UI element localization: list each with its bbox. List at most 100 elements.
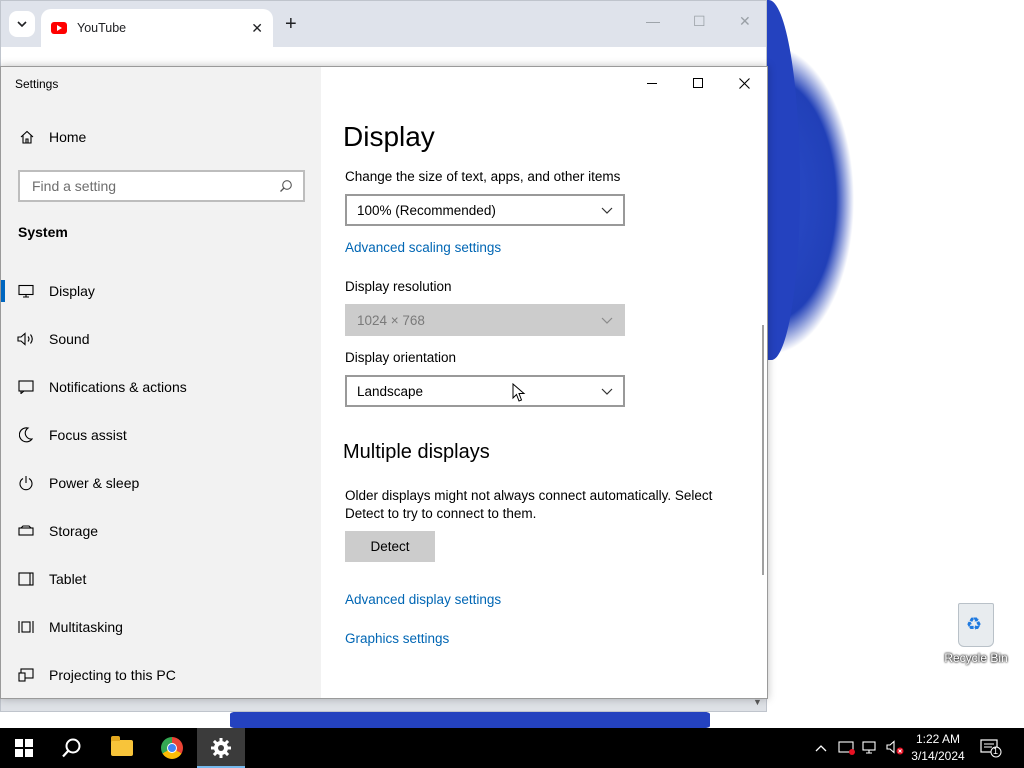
close-button[interactable] bbox=[721, 67, 767, 99]
scrollbar[interactable] bbox=[762, 325, 764, 575]
chrome-icon bbox=[161, 737, 183, 759]
shield-icon bbox=[838, 741, 855, 755]
window-title: Settings bbox=[15, 77, 59, 91]
scale-value: 100% (Recommended) bbox=[357, 202, 496, 218]
start-button[interactable] bbox=[0, 728, 48, 768]
minimize-icon[interactable]: — bbox=[646, 13, 660, 29]
recycle-bin-shortcut[interactable]: Recycle Bin bbox=[940, 603, 1012, 665]
resolution-value: 1024 × 768 bbox=[357, 312, 425, 328]
sidebar-item-multitasking[interactable]: Multitasking bbox=[1, 603, 321, 651]
orientation-label: Display orientation bbox=[345, 350, 457, 365]
minimize-icon bbox=[647, 83, 657, 84]
detect-button[interactable]: Detect bbox=[345, 531, 435, 562]
maximize-button[interactable] bbox=[675, 67, 721, 99]
projecting-icon bbox=[17, 668, 35, 682]
browser-tab-bar: YouTube ✕ + — ☐ ✕ bbox=[1, 1, 766, 47]
gear-icon bbox=[211, 738, 231, 758]
sidebar-item-label: Storage bbox=[49, 523, 99, 539]
sidebar-section-title: System bbox=[18, 224, 68, 240]
chevron-down-icon bbox=[601, 388, 613, 395]
recycle-bin-icon bbox=[958, 603, 994, 647]
advanced-scaling-link[interactable]: Advanced scaling settings bbox=[345, 240, 501, 255]
resolution-dropdown[interactable]: 1024 × 768 bbox=[345, 304, 625, 336]
orientation-dropdown[interactable]: Landscape bbox=[345, 375, 625, 407]
sidebar-nav: Display Sound Notifications & actions Fo… bbox=[1, 267, 321, 699]
minimize-button[interactable] bbox=[629, 67, 675, 99]
search-box[interactable] bbox=[18, 170, 305, 202]
graphics-settings-link[interactable]: Graphics settings bbox=[345, 631, 449, 646]
network-icon bbox=[862, 741, 876, 754]
close-icon[interactable]: ✕ bbox=[739, 13, 751, 30]
sidebar-item-label: Sound bbox=[49, 331, 90, 347]
home-icon bbox=[20, 130, 34, 144]
show-hidden-icons[interactable] bbox=[815, 728, 827, 768]
search-button[interactable] bbox=[48, 728, 96, 768]
chevron-down-icon bbox=[17, 21, 27, 27]
maximize-icon bbox=[693, 78, 703, 88]
tablet-icon bbox=[17, 572, 35, 586]
advanced-display-link[interactable]: Advanced display settings bbox=[345, 592, 501, 607]
youtube-icon bbox=[51, 22, 67, 34]
sidebar-item-focus-assist[interactable]: Focus assist bbox=[1, 411, 321, 459]
security-tray-icon[interactable] bbox=[838, 728, 856, 768]
close-tab-icon[interactable]: ✕ bbox=[251, 20, 263, 37]
notification-count: 1 bbox=[993, 746, 999, 756]
chevron-down-icon bbox=[601, 317, 613, 324]
sidebar-item-display[interactable]: Display bbox=[1, 267, 321, 315]
sidebar-item-label: Multitasking bbox=[49, 619, 123, 635]
system-clock[interactable]: 1:22 AM 3/14/2024 bbox=[906, 731, 970, 765]
search-input[interactable] bbox=[30, 177, 279, 195]
recycle-bin-label: Recycle Bin bbox=[944, 651, 1008, 665]
chevron-down-icon bbox=[601, 207, 613, 214]
speaker-icon bbox=[17, 332, 35, 346]
clock-date: 3/14/2024 bbox=[911, 749, 965, 763]
sidebar-item-projecting[interactable]: Projecting to this PC bbox=[1, 651, 321, 699]
mouse-cursor-icon bbox=[512, 383, 526, 402]
chrome-taskbar-button[interactable] bbox=[148, 728, 196, 768]
settings-taskbar-button[interactable] bbox=[197, 728, 245, 768]
action-center-button[interactable]: 1 bbox=[980, 738, 1002, 763]
search-icon bbox=[62, 738, 81, 758]
moon-icon bbox=[17, 427, 35, 443]
sidebar-item-power-sleep[interactable]: Power & sleep bbox=[1, 459, 321, 507]
search-icon bbox=[280, 180, 292, 192]
new-tab-button[interactable]: + bbox=[285, 13, 297, 36]
window-controls bbox=[629, 67, 767, 99]
scale-label: Change the size of text, apps, and other… bbox=[345, 169, 621, 184]
windows-logo-icon bbox=[15, 739, 33, 757]
scale-dropdown[interactable]: 100% (Recommended) bbox=[345, 194, 625, 226]
scroll-down-arrow-icon[interactable]: ▼ bbox=[753, 697, 762, 707]
volume-muted-icon bbox=[886, 740, 904, 755]
power-icon bbox=[17, 475, 35, 491]
taskbar: 1:22 AM 3/14/2024 1 bbox=[0, 728, 1024, 768]
multiple-displays-description: Older displays might not always connect … bbox=[345, 488, 713, 521]
browser-tab-youtube[interactable]: YouTube ✕ bbox=[41, 9, 273, 47]
clock-time: 1:22 AM bbox=[915, 732, 961, 746]
multitasking-icon bbox=[17, 619, 35, 635]
monitor-icon bbox=[17, 284, 35, 298]
sidebar-item-sound[interactable]: Sound bbox=[1, 315, 321, 363]
settings-window: Settings Home System Display bbox=[0, 66, 768, 699]
multiple-displays-heading: Multiple displays bbox=[343, 441, 490, 463]
tab-search-button[interactable] bbox=[9, 11, 35, 37]
file-explorer-button[interactable] bbox=[98, 728, 146, 768]
sidebar-item-storage[interactable]: Storage bbox=[1, 507, 321, 555]
storage-icon bbox=[17, 525, 35, 537]
page-title: Display bbox=[343, 121, 435, 152]
folder-icon bbox=[111, 736, 133, 756]
sidebar-item-label: Focus assist bbox=[49, 427, 127, 443]
maximize-icon[interactable]: ☐ bbox=[693, 13, 706, 30]
sidebar-item-notifications[interactable]: Notifications & actions bbox=[1, 363, 321, 411]
tab-title: YouTube bbox=[77, 21, 127, 35]
network-tray-icon[interactable] bbox=[862, 728, 880, 768]
sidebar-item-label: Display bbox=[49, 283, 95, 299]
sidebar-item-tablet[interactable]: Tablet bbox=[1, 555, 321, 603]
chevron-up-icon bbox=[815, 745, 827, 752]
settings-main: Display Change the size of text, apps, a… bbox=[321, 67, 767, 698]
sidebar-item-label: Power & sleep bbox=[49, 475, 140, 491]
notification-icon bbox=[980, 739, 1002, 758]
sidebar-home[interactable]: Home bbox=[19, 129, 86, 145]
sidebar-item-label: Projecting to this PC bbox=[49, 667, 176, 683]
volume-tray-icon[interactable] bbox=[886, 728, 906, 768]
orientation-value: Landscape bbox=[357, 383, 424, 399]
